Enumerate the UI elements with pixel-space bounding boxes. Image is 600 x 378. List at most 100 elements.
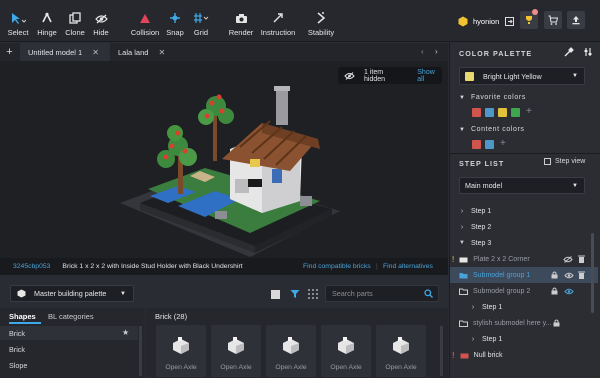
lock-icon[interactable] [551,287,558,295]
shape-label: Brick [9,329,25,338]
step-item[interactable]: ▼ Step 3 [450,235,598,251]
user-account[interactable]: hyonion [458,16,515,27]
step-list-scrollbar[interactable] [591,233,594,313]
step-item[interactable]: › Step 1 [450,331,598,347]
hide-eye-icon [94,10,108,24]
instruction-tool-button[interactable]: Instruction [258,10,298,37]
step-item[interactable]: › Step 2 [450,219,598,235]
step-label: Plate 2 x 2 Corner [473,255,530,263]
star-icon[interactable]: ★ [122,328,129,337]
tab-lala-land[interactable]: Lala land ✕ [110,43,185,61]
favorite-color-swatch[interactable] [498,108,507,117]
brick-card[interactable]: Open Axle [376,325,426,377]
brick-card[interactable]: Open Axle [321,325,371,377]
hide-eye-icon[interactable] [564,272,574,279]
hide-tool-button[interactable]: Hide [81,10,121,37]
cart-button[interactable] [544,11,562,29]
brick-card[interactable]: Open Axle [156,325,206,377]
find-compatible-link[interactable]: Find compatible bricks [303,263,371,270]
lock-icon[interactable] [551,271,558,279]
palette-select[interactable]: Master building palette ▼ [10,285,134,302]
filter-icon[interactable] [290,289,300,299]
list-item[interactable]: Slope [0,358,138,372]
favorite-color-swatch[interactable] [472,108,481,117]
favorite-colors-title: Favorite colors [470,94,526,101]
solid-view-icon[interactable] [271,290,280,299]
step-item[interactable]: › Step 1 [450,299,598,315]
find-alternatives-link[interactable]: Find alternatives [383,263,433,270]
content-color-swatch[interactable] [472,140,481,149]
username: hyonion [473,17,500,26]
search-parts-input[interactable]: Search parts [325,285,439,302]
render-tool-label: Render [228,28,254,37]
add-tab-button[interactable]: + [0,43,19,61]
add-favorite-color-icon[interactable]: + [526,106,532,117]
add-content-color-icon[interactable]: + [500,138,506,149]
upload-icon [571,15,581,25]
grid-tool-button[interactable]: Grid [181,10,221,37]
tab-scroll-right-icon[interactable]: › [435,47,438,56]
list-item[interactable]: Brick [0,342,138,356]
show-all-link[interactable]: Show all [417,69,442,83]
step-group-item[interactable]: stylish submodel here y... [450,315,598,331]
brick-icon [460,352,469,359]
favorite-color-swatch[interactable] [485,108,494,117]
step-view-toggle[interactable]: Step view [544,158,585,165]
logout-icon[interactable] [505,17,515,26]
tab-shapes[interactable]: Shapes [9,312,36,321]
upload-button[interactable] [567,11,585,29]
folder-icon [459,272,468,279]
checkbox[interactable] [544,158,551,165]
content-colors-title: Content colors [470,126,525,133]
render-tool-button[interactable]: Render [221,10,261,37]
step-label: Submodel group 2 [473,287,531,295]
grid-tool-label: Grid [193,28,209,37]
hide-eye-icon[interactable] [564,288,574,295]
hide-eye-icon[interactable] [563,255,573,263]
step-group-item[interactable]: Submodel group 2 [450,283,598,299]
scrollbar[interactable] [139,326,142,376]
model-select[interactable]: Main model ▼ [459,177,585,194]
tab-scroll-left-icon[interactable]: ‹ [421,47,424,56]
stability-icon [315,10,327,24]
brick-card[interactable]: Open Axle [211,325,261,377]
step-part-item[interactable]: ! Plate 2 x 2 Corner [450,251,598,267]
step-view-label: Step view [555,158,586,165]
step-part-item[interactable]: ! Null brick [450,347,598,363]
content-color-swatch[interactable] [485,140,494,149]
notification-dot [532,9,538,15]
list-item[interactable]: Brick ★ [0,326,138,340]
favorite-color-swatch[interactable] [511,108,520,117]
grid-view-icon[interactable] [308,289,318,299]
divider: | [376,263,378,270]
step-label: Step 1 [471,207,492,215]
lock-icon[interactable] [553,319,560,327]
step-group-item-selected[interactable]: Submodel group 1 [450,267,598,283]
tab-bl-categories[interactable]: BL categories [48,312,94,321]
brick-card[interactable]: Open Axle [266,325,316,377]
trash-icon[interactable] [578,271,585,279]
right-panel: COLOR PALETTE Bright Light Yellow ▼ ▼ Fa… [449,43,600,378]
scrollbar[interactable] [440,326,443,376]
close-icon[interactable]: ✕ [92,48,99,57]
favorite-colors-section[interactable]: ▼ Favorite colors [459,94,526,101]
chevron-down-icon: ▼ [572,182,578,189]
close-icon[interactable]: ✕ [158,48,165,57]
instruction-icon [272,10,284,24]
content-colors-section[interactable]: ▼ Content colors [459,126,525,133]
cart-icon [548,15,558,25]
active-tab-indicator [9,322,41,324]
step-label: Step 3 [471,239,492,247]
selected-part-info-bar: 3245cbp053 Brick 1 x 2 x 2 with Inside S… [0,258,448,275]
stability-tool-button[interactable]: Stability [301,10,341,37]
step-item[interactable]: › Step 1 [450,203,598,219]
color-settings-icon[interactable] [583,47,593,57]
trash-icon[interactable] [578,255,585,263]
tab-untitled-model-1[interactable]: Untitled model 1 ✕ [20,43,110,61]
3d-viewport[interactable] [0,61,448,275]
grid-icon [193,10,209,24]
step-label: Step 1 [482,335,503,343]
part-id[interactable]: 3245cbp053 [13,263,50,270]
eyedropper-icon[interactable] [564,47,574,57]
selected-color-select[interactable]: Bright Light Yellow ▼ [459,67,585,85]
